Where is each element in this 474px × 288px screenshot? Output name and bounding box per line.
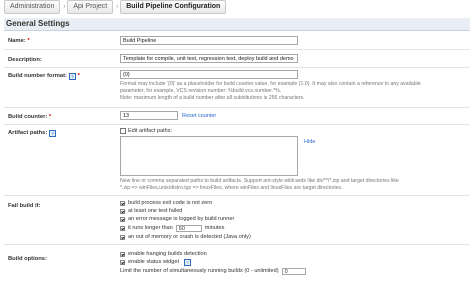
option-status-widget[interactable]: enable status widget ? (120, 258, 191, 266)
breadcrumb-administration[interactable]: Administration (4, 0, 61, 14)
checkbox[interactable] (120, 251, 125, 257)
timeout-minutes-input[interactable]: 60 (175, 224, 202, 232)
option-hanging-builds[interactable]: enable hanging builds detection (120, 250, 207, 258)
divider (4, 124, 470, 125)
artifact-paths-note: New line or comma separated paths to bui… (120, 178, 399, 191)
breadcrumb: Administration › Api Project › Build Pip… (4, 0, 227, 14)
breadcrumb-separator-icon: › (116, 4, 119, 10)
name-label: Name: * (8, 38, 30, 44)
limit-running-builds-input[interactable]: 0 (281, 267, 306, 275)
fail-build-label: Fail build if: (8, 203, 41, 209)
fail-option-runs-longer[interactable]: it runs longer than 60 minutes (120, 224, 224, 232)
build-number-format-note: Format may include '{0}' as a placeholde… (120, 81, 421, 101)
fail-option-error-logged[interactable]: an error message is logged by build runn… (120, 215, 234, 223)
help-icon[interactable]: ? (184, 258, 191, 266)
checkbox[interactable] (120, 225, 125, 231)
breadcrumb-project[interactable]: Api Project (67, 0, 114, 14)
build-counter-label: Build counter: * (8, 114, 52, 120)
section-title: General Settings (6, 19, 70, 28)
checkbox[interactable] (120, 259, 125, 265)
section-header (4, 18, 470, 31)
name-input[interactable] (120, 36, 298, 45)
build-counter-input[interactable] (120, 111, 178, 120)
description-label: Description: (8, 57, 42, 63)
expand-icon (120, 128, 126, 134)
divider (4, 49, 470, 50)
hide-link[interactable]: Hide (304, 139, 315, 145)
breadcrumb-current: Build Pipeline Configuration (120, 0, 227, 14)
artifact-paths-label: Artifact paths:? (8, 130, 57, 137)
limit-running-builds: Limit the number of simultaneously runni… (120, 267, 306, 275)
divider (4, 67, 470, 68)
edit-artifact-paths-toggle[interactable]: Edit artifact paths: (120, 128, 172, 134)
reset-counter-link[interactable]: Reset counter (182, 113, 216, 119)
help-icon[interactable]: ? (68, 73, 76, 80)
fail-option-exit-code[interactable]: build process exit code is not zero (120, 199, 212, 207)
build-options-label: Build options: (8, 256, 47, 262)
fail-option-test-failed[interactable]: at least one test failed (120, 207, 182, 215)
checkbox[interactable] (120, 208, 125, 214)
divider (4, 244, 470, 245)
fail-option-out-of-memory[interactable]: an out of memory or crash is detected (J… (120, 233, 251, 241)
checkbox[interactable] (120, 200, 125, 206)
build-number-format-input[interactable] (120, 70, 298, 79)
divider (4, 107, 470, 108)
build-number-format-label: Build number format:? * (8, 73, 80, 80)
help-icon[interactable]: ? (49, 130, 57, 137)
description-input[interactable] (120, 54, 298, 63)
checkbox[interactable] (120, 216, 125, 222)
breadcrumb-separator-icon: › (63, 4, 66, 10)
artifact-paths-textarea[interactable] (120, 136, 298, 176)
divider (4, 195, 470, 196)
checkbox[interactable] (120, 234, 125, 240)
